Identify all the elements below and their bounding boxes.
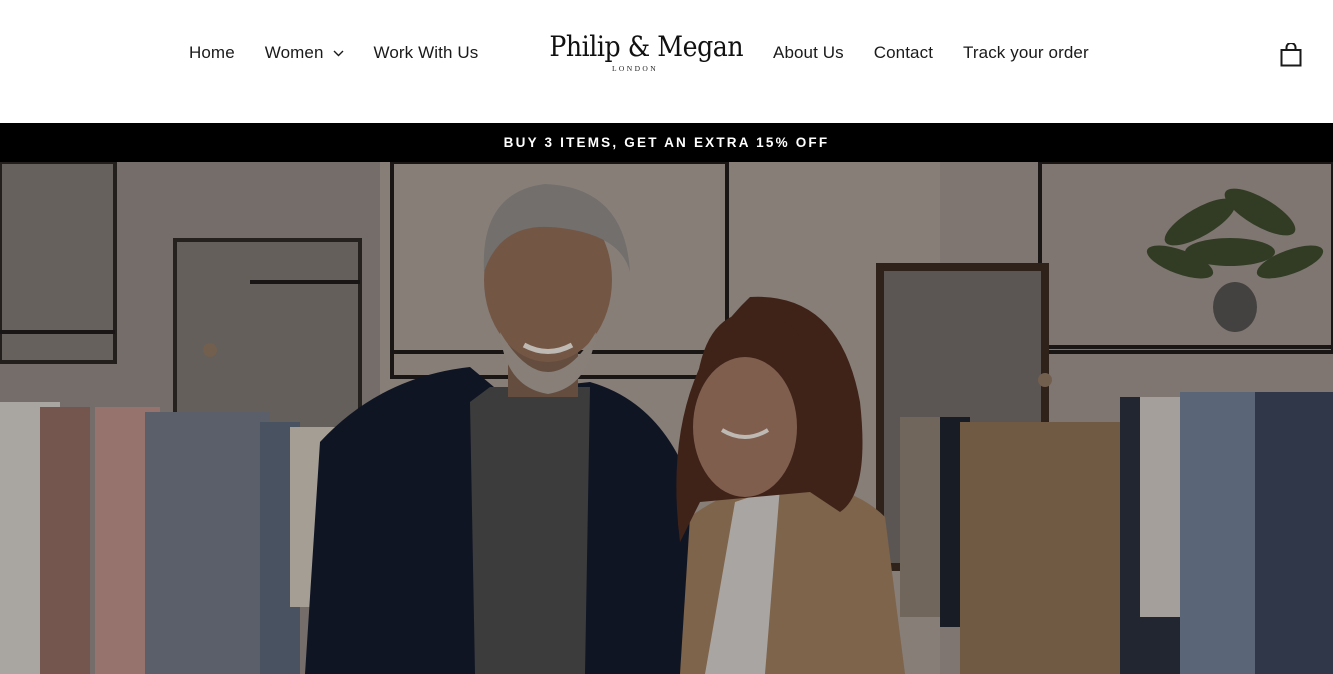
nav-about-us-link[interactable]: About Us [773, 43, 844, 63]
nav-work-with-us-label: Work With Us [373, 43, 479, 62]
nav-women-label: Women [264, 43, 324, 62]
cart-button[interactable] [1280, 42, 1302, 67]
chevron-down-icon [333, 50, 344, 56]
primary-nav-right: About Us Contact Track your order [773, 43, 1089, 63]
nav-track-order-link[interactable]: Track your order [963, 43, 1089, 63]
nav-about-us-label: About Us [773, 43, 844, 62]
site-logo[interactable]: Philip & Megan LONDON [540, 30, 744, 74]
nav-home-link[interactable]: Home [189, 43, 235, 63]
announcement-text: BUY 3 ITEMS, GET AN EXTRA 15% OFF [503, 135, 830, 150]
logo-wordmark: Philip & Megan [549, 30, 744, 63]
hero-photo [0, 162, 1333, 674]
primary-nav-left: Home Women Work With Us [189, 43, 478, 63]
announcement-bar: BUY 3 ITEMS, GET AN EXTRA 15% OFF [0, 123, 1333, 162]
nav-home-label: Home [189, 43, 235, 62]
site-header: Home Women Work With Us Philip & Megan L… [0, 0, 1333, 123]
shopping-bag-icon [1280, 42, 1302, 67]
nav-contact-link[interactable]: Contact [874, 43, 933, 63]
nav-contact-label: Contact [873, 43, 934, 62]
nav-track-order-label: Track your order [963, 43, 1089, 62]
nav-work-with-us-link[interactable]: Work With Us [374, 43, 479, 63]
logo-tagline: LONDON [611, 64, 659, 73]
nav-women-link[interactable]: Women [265, 43, 344, 63]
hero-image [0, 162, 1333, 674]
